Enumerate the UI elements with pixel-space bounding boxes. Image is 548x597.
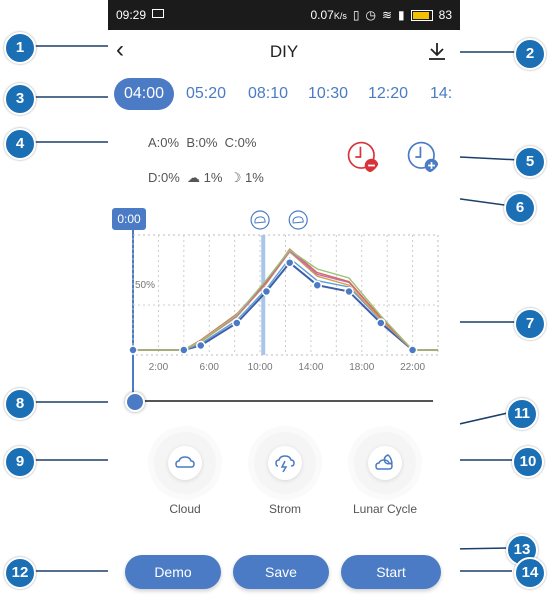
tab-08-10[interactable]: 08:10 — [248, 78, 288, 110]
channel-d-level: D:0% — [148, 170, 180, 185]
cloud-icon — [168, 446, 202, 480]
tab-12-20[interactable]: 12:20 — [368, 78, 408, 110]
callout-3: 3 — [4, 83, 36, 115]
x-tick-label: 2:00 — [149, 362, 169, 373]
cloud-label: Cloud — [169, 502, 201, 516]
demo-button[interactable]: Demo — [125, 555, 221, 589]
start-button[interactable]: Start — [341, 555, 441, 589]
callout-7: 7 — [514, 308, 546, 340]
time-point-marker — [195, 340, 206, 351]
message-icon — [152, 9, 164, 18]
time-point-marker — [407, 345, 418, 355]
tab-10-30[interactable]: 10:30 — [308, 78, 348, 110]
callout-6: 6 — [504, 192, 536, 224]
phone-screen: 09:29 0.07K/s ▯ ◷ ≋ ▮ 83 ‹ DIY 04:00 05:… — [108, 0, 460, 597]
status-time: 09:29 — [116, 8, 147, 22]
x-tick-label: 22:00 — [400, 362, 425, 373]
callout-2: 2 — [514, 38, 546, 70]
page-title: DIY — [269, 42, 299, 61]
time-point-marker — [232, 318, 242, 328]
signal-icon: ▮ — [398, 8, 405, 22]
status-right: 0.07K/s ▯ ◷ ≋ ▮ 83 — [311, 8, 453, 22]
callout-11: 11 — [506, 398, 538, 430]
status-bar: 09:29 0.07K/s ▯ ◷ ≋ ▮ 83 — [108, 0, 460, 30]
tab-05-20[interactable]: 05:20 — [186, 78, 226, 110]
cloud-level: 1% — [203, 170, 223, 185]
time-point-marker — [284, 257, 295, 268]
time-point-marker — [376, 318, 386, 328]
callout-10: 10 — [512, 446, 544, 478]
delete-time-point-button[interactable] — [346, 140, 380, 174]
callout-8: 8 — [4, 388, 36, 420]
lunar-cycle-label: Lunar Cycle — [352, 502, 418, 516]
light-schedule-chart[interactable]: 2:00 6:00 10:00 14:00 18:00 22:00 50% — [108, 205, 460, 405]
add-time-point-button[interactable] — [406, 140, 440, 174]
time-point-tabs: 04:00 05:20 08:10 10:30 12:20 14: — [108, 78, 460, 112]
tab-04-00[interactable]: 04:00 — [114, 78, 175, 110]
moon-level-icon: ☽ — [229, 170, 242, 185]
time-slider-track[interactable] — [133, 400, 433, 402]
y-axis-label: 50% — [135, 280, 155, 291]
tab-14[interactable]: 14: — [430, 78, 452, 110]
x-tick-label: 10:00 — [248, 362, 273, 373]
storm-effect-button[interactable] — [254, 432, 316, 494]
moon-cloud-icon — [368, 446, 402, 480]
callout-12: 12 — [4, 557, 36, 589]
time-point-marker — [312, 280, 323, 290]
x-tick-label: 6:00 — [200, 362, 220, 373]
time-point-marker — [179, 345, 189, 355]
network-speed: 0.07K/s — [310, 8, 347, 22]
callout-1: 1 — [4, 32, 36, 64]
alarm-icon: ◷ — [365, 8, 376, 22]
download-icon[interactable] — [426, 40, 448, 62]
storm-icon — [288, 210, 308, 230]
vibrate-icon: ▯ — [352, 8, 360, 22]
time-point-marker — [344, 286, 354, 297]
time-point-marker — [261, 286, 272, 297]
battery-level: 83 — [438, 8, 452, 22]
wifi-icon: ≋ — [381, 8, 393, 22]
channel-c-level: C:0% — [224, 135, 257, 150]
callout-9: 9 — [4, 446, 36, 478]
channel-a-level: A:0% — [148, 135, 180, 150]
x-tick-label: 18:00 — [349, 362, 374, 373]
cloud-icon — [250, 210, 270, 230]
callout-5: 5 — [514, 146, 546, 178]
save-button[interactable]: Save — [233, 555, 329, 589]
storm-icon — [268, 446, 302, 480]
battery-icon — [410, 9, 433, 21]
channel-levels-row-1: A:0% B:0% C:0% — [148, 135, 256, 150]
time-point-marker — [128, 345, 138, 355]
callout-4: 4 — [4, 128, 36, 160]
x-tick-label: 14:00 — [298, 362, 323, 373]
cloud-effect-button[interactable] — [154, 432, 216, 494]
channel-b-level: B:0% — [186, 135, 218, 150]
channel-levels-row-2: D:0% ☁ 1% ☽ 1% — [148, 170, 264, 186]
header: ‹ DIY — [108, 30, 460, 70]
time-slider-handle[interactable] — [125, 392, 145, 412]
storm-label: Strom — [268, 502, 301, 516]
cloud-level-icon: ☁ — [187, 170, 201, 185]
moon-level: 1% — [244, 170, 264, 185]
lunar-cycle-effect-button[interactable] — [354, 432, 416, 494]
callout-14: 14 — [514, 557, 546, 589]
